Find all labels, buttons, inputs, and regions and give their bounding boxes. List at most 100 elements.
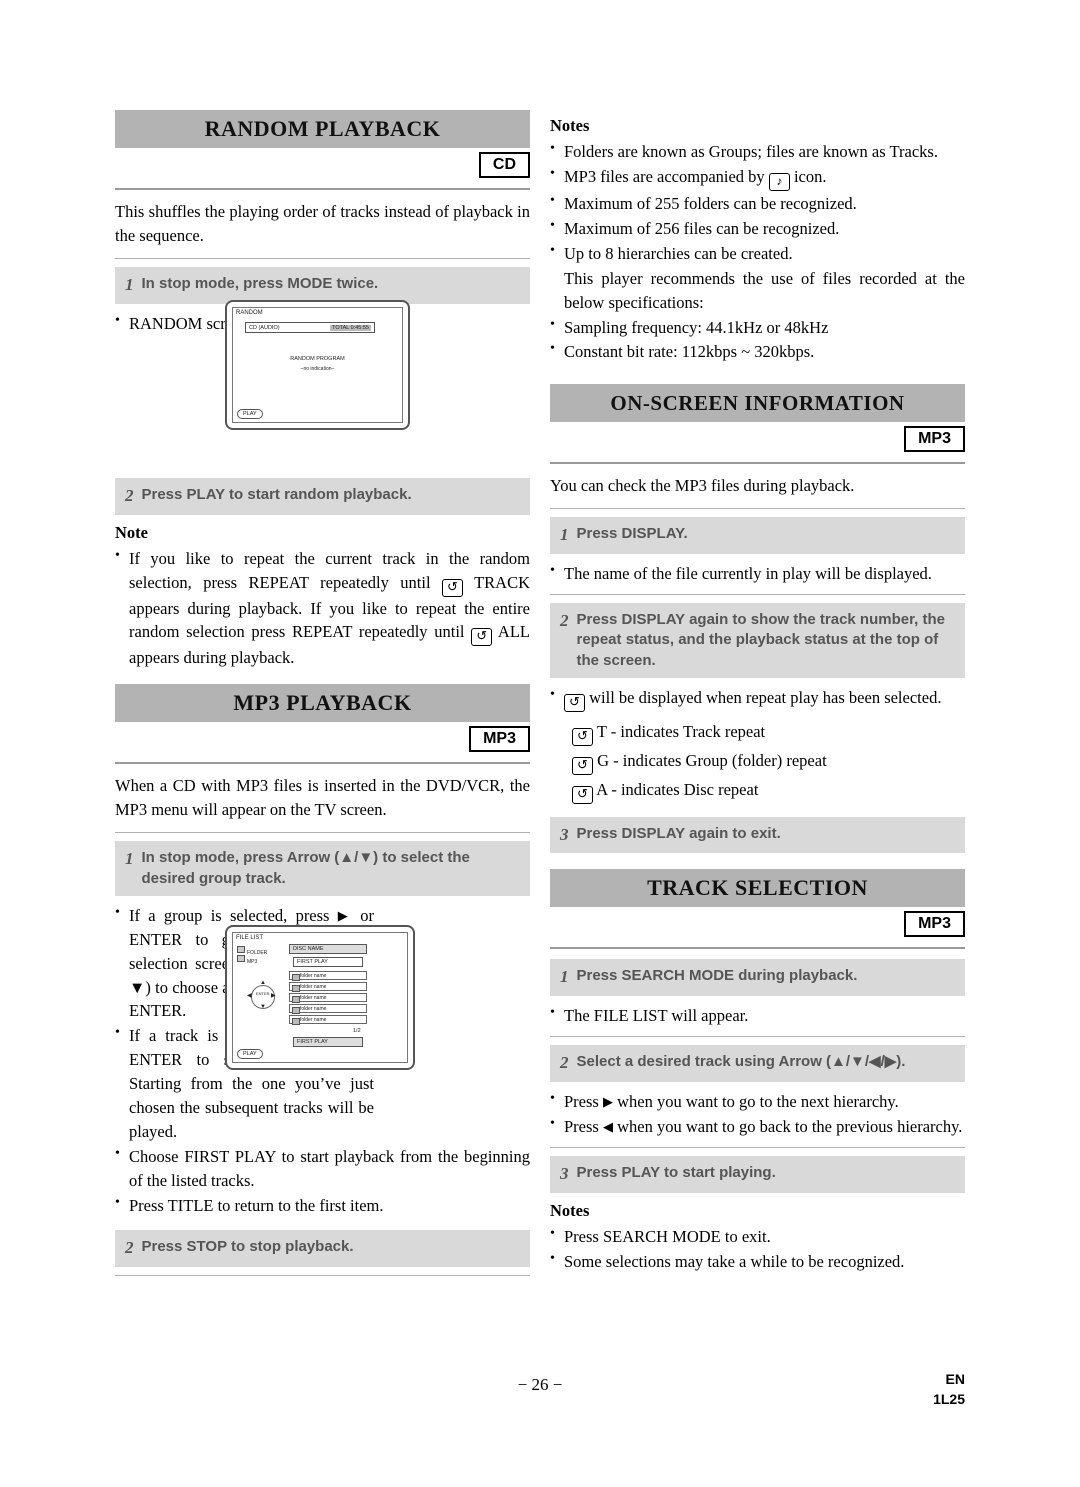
step-number: 1 [560,525,569,545]
screen-disc-name: DISC NAME [289,944,367,954]
list-item: Press TITLE to return to the first item. [115,1193,530,1218]
divider [115,1274,530,1276]
divider [550,1147,965,1149]
mp3-icon [237,955,245,962]
random-playback-intro: This shuffles the playing order of track… [115,202,530,245]
step-text: Press DISPLAY again to show the track nu… [576,611,945,669]
step-text: Press PLAY to start playing. [576,1164,776,1182]
arrow-right-icon: ▶ [271,993,276,999]
figure-file-list-screen: FILE LIST FOLDER MP3 DISC NAME FIRST PLA… [225,925,415,1070]
list-item: Up to 8 hierarchies can be created. [550,241,965,266]
step-mp3-1: 1 In stop mode, press Arrow (▲/▼) to sel… [115,841,530,896]
folder-icon [237,946,245,953]
screen-page-indicator: 1/2 [353,1028,361,1034]
section-header-mp3-playback: MP3 PLAYBACK [115,684,530,723]
folder-icon [292,1017,300,1025]
random-playback-note: If you like to repeat the current track … [115,546,530,671]
badge-row-cd: CD [115,148,530,182]
on-screen-information-intro: You can check the MP3 files during playb… [550,476,855,496]
list-item: will be displayed when repeat play has b… [550,685,965,712]
list-item: Constant bit rate: 112kbps ~ 320kbps. [550,339,965,364]
bullet-text-b: when you want to go back to the previous… [617,1117,963,1137]
arrow-down-icon: ▼ [260,1004,266,1010]
arrow-up-icon: ▲ [260,980,266,986]
step-random-2: 2 Press PLAY to start random playback. [115,477,530,515]
tv-screen: FILE LIST FOLDER MP3 DISC NAME FIRST PLA… [232,932,408,1063]
step-ts-3: 3 Press PLAY to start playing. [550,1156,965,1194]
divider [115,832,530,834]
right-column: Notes Folders are known as Groups; files… [550,110,965,1280]
list-item: The name of the file currently in play w… [550,561,965,586]
format-badge-mp3: MP3 [904,911,965,938]
divider [115,188,530,190]
step-text: In stop mode, press MODE twice. [141,274,379,292]
arrow-right-icon: ▶ [337,907,352,923]
repeat-icon [564,693,585,712]
osi-bullets-1: The name of the file currently in play w… [550,561,965,586]
music-note-icon [768,172,790,191]
manual-page: RANDOM PLAYBACK CD This shuffles the pla… [0,0,1080,1487]
osi-bullets-2: will be displayed when repeat play has b… [550,685,965,712]
tv-frame: RANDOM CD (AUDIO) TOTAL 0:45:55 RANDOM P… [225,300,410,430]
step-random-1: 1 In stop mode, press MODE twice. [115,266,530,304]
step-text: Press SEARCH MODE during playback. [576,967,858,985]
tv-frame: FILE LIST FOLDER MP3 DISC NAME FIRST PLA… [225,925,415,1070]
section-title-random-playback: RANDOM PLAYBACK [204,116,441,141]
section-title-mp3-playback: MP3 PLAYBACK [233,690,412,716]
section-header-on-screen-information: ON-SCREEN INFORMATION [550,384,965,423]
bullet-text-a: Press [564,1092,599,1112]
arrow-pad-enter-label: ENTER [256,991,270,996]
list-item: Folders are known as Groups; files are k… [550,139,965,164]
bullet-text: will be displayed when repeat play has b… [589,687,942,707]
step-number: 1 [560,967,569,987]
section-header-random-playback: RANDOM PLAYBACK [115,110,530,148]
section-title-track-selection: TRACK SELECTION [647,875,868,901]
screen-first-play-top: FIRST PLAY [293,957,363,967]
note-text-b: icon. [793,166,827,186]
screen-play-indicator: PLAY [237,409,263,419]
step-text: Select a desired track using Arrow (▲/▼/… [576,1053,906,1071]
step-osi-1: 1 Press DISPLAY. [550,517,965,555]
list-item: Sampling frequency: 44.1kHz or 48kHz [550,315,965,340]
format-badge-cd: CD [478,152,530,178]
bullet-text-b: when you want to go to the next hierarch… [617,1092,899,1112]
section-title-on-screen-information: ON-SCREEN INFORMATION [610,390,905,415]
list-item: Some selections may take a while to be r… [550,1249,965,1274]
divider [550,947,965,950]
step-number: 1 [125,849,134,869]
repeat-modes: T - indicates Track repeat G - indicates… [572,718,965,805]
screen-label-file-list: FILE LIST [236,935,264,941]
divider [550,508,965,510]
step-number: 2 [560,1053,569,1073]
list-item: MP3 files are accompanied by icon. [550,164,965,191]
divider [550,594,965,596]
footer-lang-code: EN [945,1371,965,1387]
arrow-left-icon: ◀ [602,1119,613,1135]
folder-icon [292,1006,300,1014]
notes-heading-bottom: Notes [550,1201,590,1221]
step-osi-3: 3 Press DISPLAY again to exit. [550,816,965,854]
list-item: Maximum of 256 files can be recognized. [550,216,965,241]
list-item: folder name [289,1004,367,1014]
divider [115,762,530,765]
section-header-track-selection: TRACK SELECTION [550,869,965,908]
folder-icon [292,984,300,992]
notes-heading-top: Notes [550,116,590,135]
repeat-mode-disc: A - indicates Disc repeat [572,776,965,805]
step-osi-2: 2 Press DISPLAY again to show the track … [550,603,965,678]
repeat-mode-track: T - indicates Track repeat [572,718,965,747]
arrow-right-icon: ▶ [602,1094,613,1110]
screen-info-bar: CD (AUDIO) TOTAL 0:45:55 [245,322,375,333]
screen-disc-type: CD (AUDIO) [249,324,280,331]
repeat-icon [572,756,593,775]
list-item: folder name [289,993,367,1003]
screen-no-indication: –no indication– [300,366,335,372]
repeat-icon [572,727,593,746]
step-text: Press DISPLAY again to exit. [576,824,781,842]
repeat-icon [441,578,463,597]
list-item: folder name [289,971,367,981]
arrow-left-icon: ◀ [247,993,252,999]
legend-mp3: MP3 [237,955,257,965]
footer-doc-code: 1L25 [933,1390,965,1407]
repeat-icon [572,785,593,804]
